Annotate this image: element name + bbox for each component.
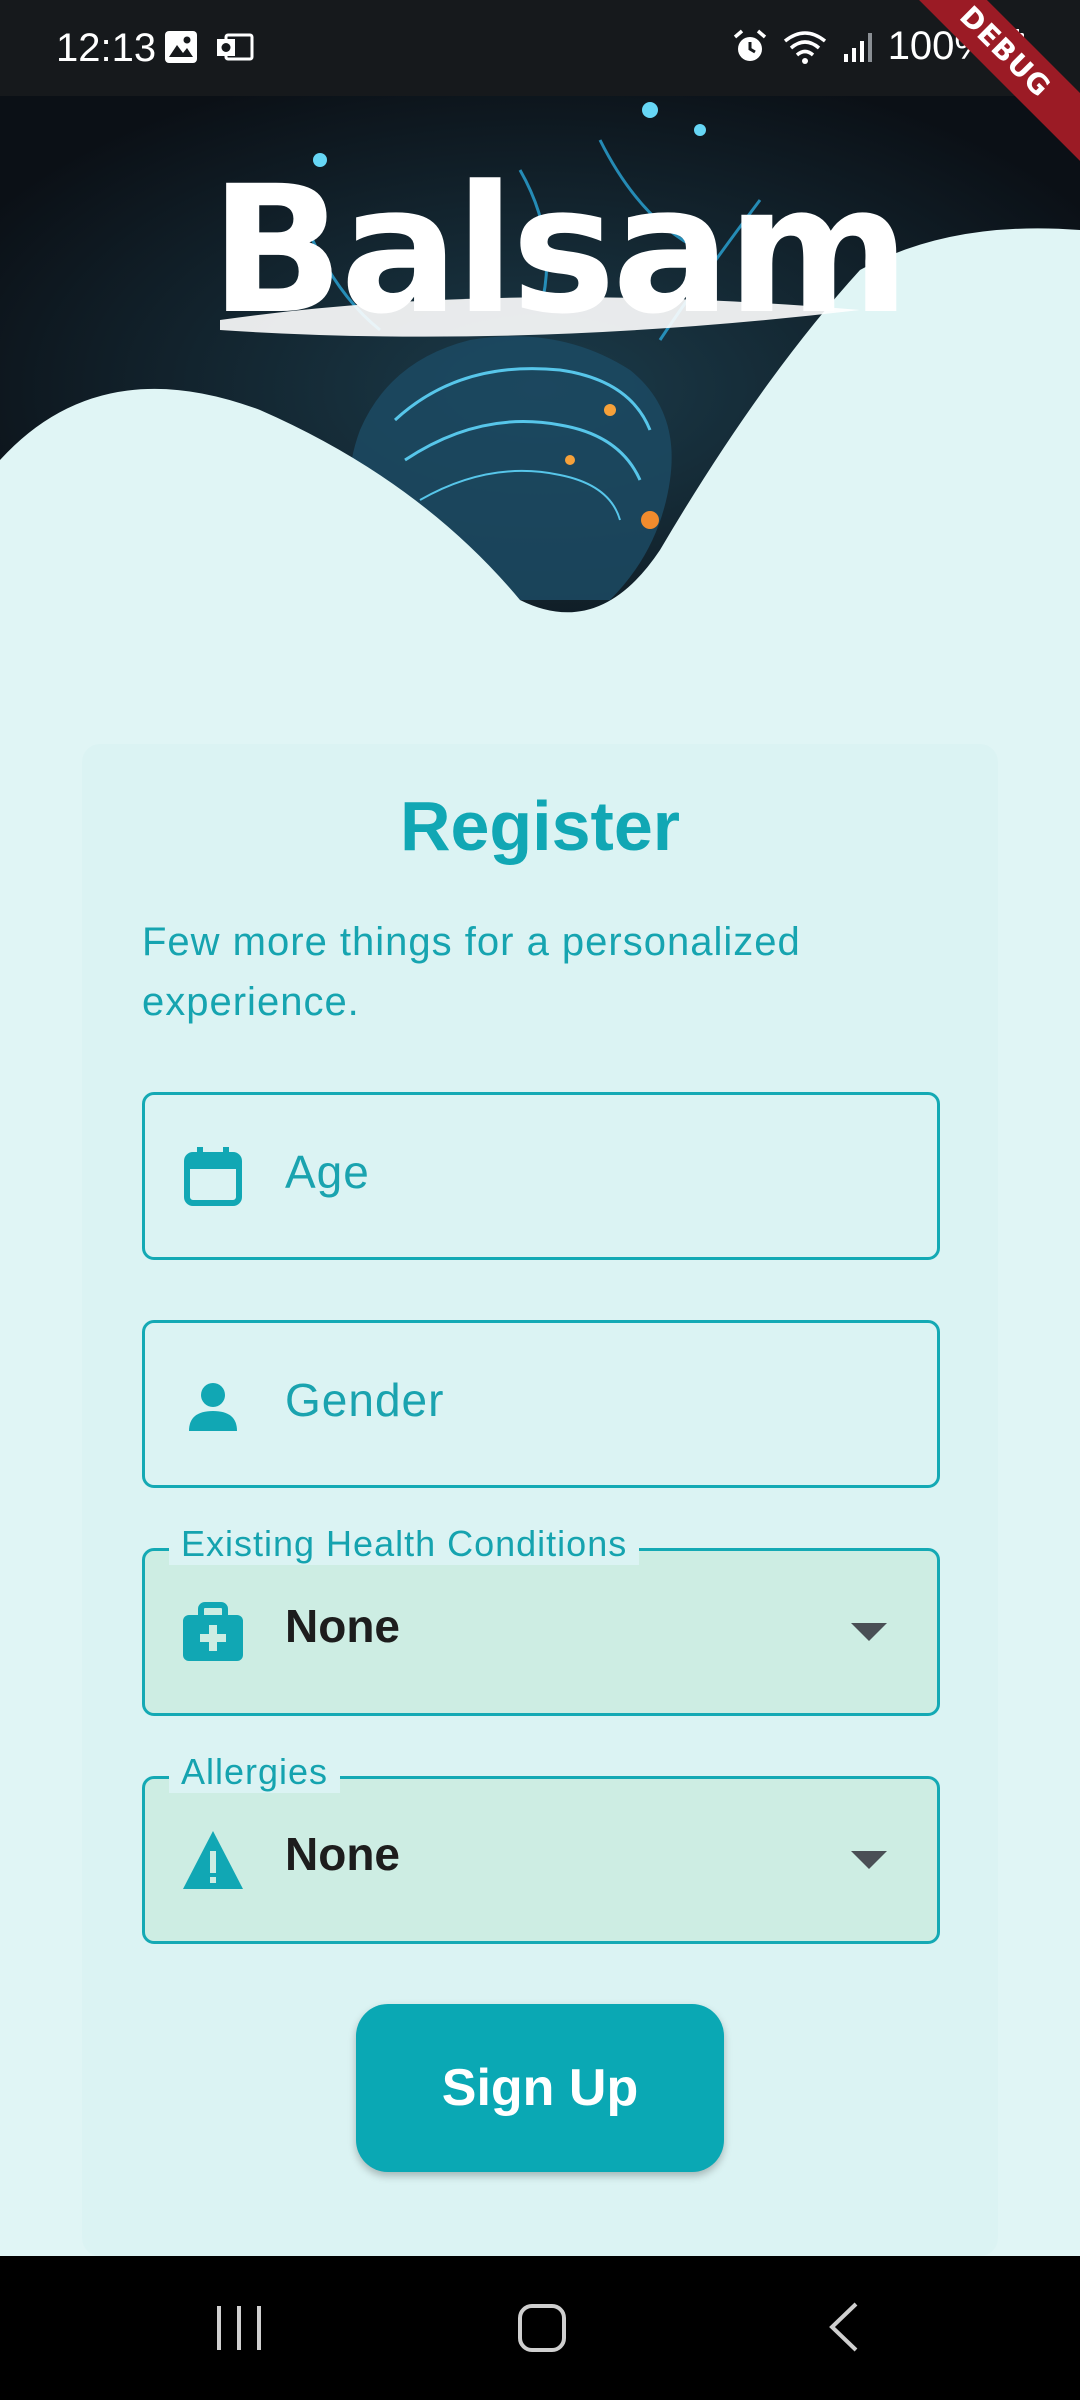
wifi-icon [783, 30, 826, 64]
chevron-down-icon [851, 1623, 887, 1641]
age-placeholder: Age [285, 1146, 370, 1198]
person-icon [189, 1383, 237, 1431]
health-conditions-label: Existing Health Conditions [169, 1523, 640, 1565]
allergies-label: Allergies [169, 1751, 341, 1793]
gender-field[interactable]: Gender [142, 1320, 940, 1488]
medical-bag-icon [183, 1602, 243, 1661]
app-logo: Balsam [210, 148, 910, 353]
health-conditions-value: None [285, 1600, 400, 1652]
calendar-icon [184, 1147, 242, 1206]
age-field[interactable]: Age [142, 1092, 940, 1260]
health-conditions-dropdown[interactable]: Existing Health Conditions None [142, 1523, 940, 1716]
signup-button[interactable]: Sign Up [356, 2004, 724, 2172]
back-icon[interactable] [828, 2302, 860, 2352]
home-icon[interactable] [518, 2304, 566, 2352]
image-icon [165, 31, 197, 63]
outlook-mail-icon [217, 33, 254, 61]
recents-icon[interactable] [214, 2304, 264, 2352]
allergies-value: None [285, 1828, 400, 1880]
page-title: Register [399, 787, 681, 865]
register-card: Register Few more things for a personali… [82, 744, 998, 2256]
warning-icon [183, 1831, 243, 1889]
chevron-down-icon [851, 1851, 887, 1869]
navigation-bar [0, 2256, 1080, 2400]
alarm-icon [733, 29, 766, 61]
signal-icon [843, 32, 872, 62]
gender-placeholder: Gender [285, 1374, 445, 1426]
page-subtitle: Few more things for a personalized exper… [142, 920, 801, 1024]
status-left-icons [164, 30, 254, 64]
allergies-dropdown[interactable]: Allergies None [142, 1751, 940, 1944]
status-bar: 12:13 100% [0, 0, 1080, 96]
status-time: 12:13 [56, 26, 157, 70]
